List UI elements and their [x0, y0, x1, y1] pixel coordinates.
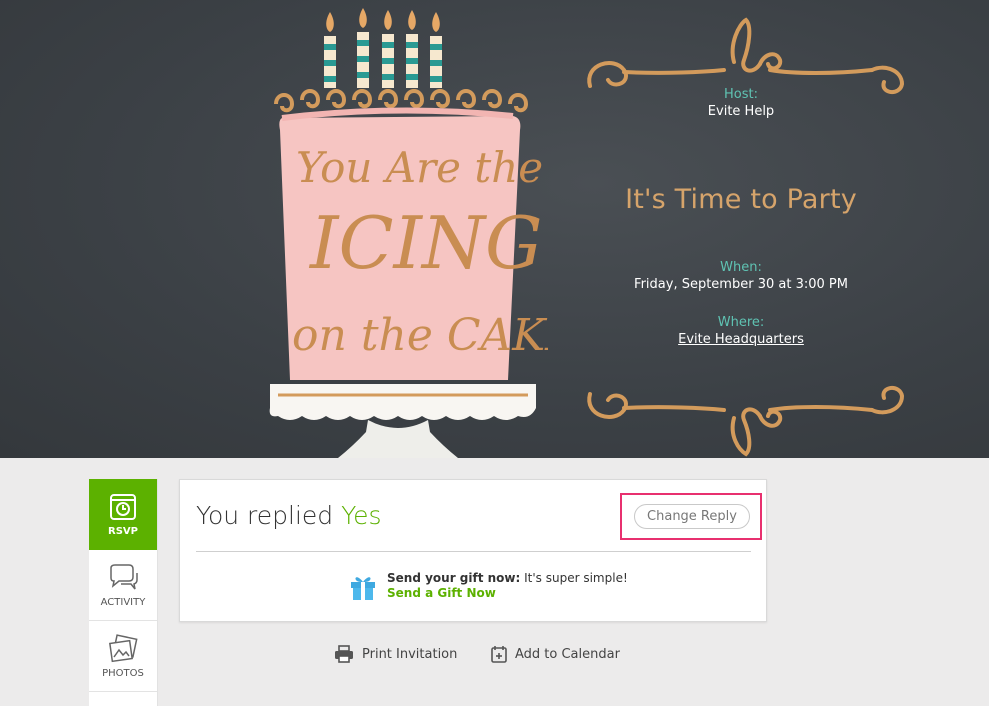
sidebar-item-rsvp[interactable]: RSVP	[89, 479, 157, 550]
print-invitation-action[interactable]: Print Invitation	[334, 645, 457, 663]
where-block: Where: Evite Headquarters	[590, 315, 892, 347]
when-block: When: Friday, September 30 at 3:00 PM	[590, 260, 892, 292]
where-label: Where:	[717, 315, 765, 330]
change-reply-button[interactable]: Change Reply	[634, 504, 750, 529]
clock-icon	[110, 494, 136, 520]
gift-promo: Send your gift now: It's super simple! S…	[348, 571, 628, 601]
gift-box-icon	[351, 577, 375, 600]
reply-answer: Yes	[341, 501, 382, 530]
gift-text: Send your gift now: It's super simple! S…	[387, 571, 628, 601]
host-block: Host: Evite Help	[590, 87, 892, 119]
cake-illustration: You Are the ICING on the CAKE	[269, 8, 548, 458]
cake-text-line-2: ICING	[308, 201, 543, 285]
event-title-block: It's Time to Party	[590, 184, 892, 215]
invitation-card: You Are the ICING on the CAKE	[0, 0, 989, 458]
host-label: Host:	[724, 87, 758, 102]
chat-bubbles-icon	[110, 563, 138, 589]
rsvp-reply-card: You replied Yes Change Reply Send your g…	[179, 479, 767, 622]
sidebar-item-label: ACTIVITY	[100, 596, 146, 608]
card-divider	[196, 551, 751, 552]
print-invitation-label: Print Invitation	[362, 646, 458, 662]
gift-rest-text: It's super simple!	[520, 571, 628, 585]
bottom-flourish-ornament	[587, 386, 905, 457]
sidebar-item-label: PHOTOS	[102, 667, 144, 679]
reply-status: You replied Yes	[196, 501, 381, 530]
event-title: It's Time to Party	[625, 184, 857, 215]
reply-prefix: You replied	[196, 501, 334, 530]
sidebar-item-label: RSVP	[108, 526, 138, 537]
printer-icon	[335, 645, 353, 663]
cake-text-line-1: You Are the	[296, 143, 543, 192]
calendar-add-icon	[491, 646, 507, 663]
when-value: Friday, September 30 at 3:00 PM	[634, 277, 848, 292]
event-sidebar: RSVP ACTIVITY PHOTOS	[89, 479, 158, 706]
when-label: When:	[720, 260, 762, 275]
add-to-calendar-action[interactable]: Add to Calendar	[491, 645, 620, 663]
add-to-calendar-label: Add to Calendar	[515, 646, 620, 662]
sidebar-item-activity[interactable]: ACTIVITY	[89, 550, 157, 621]
where-location-link[interactable]: Evite Headquarters	[590, 332, 892, 347]
sidebar-item-photos[interactable]: PHOTOS	[89, 621, 157, 692]
photos-icon	[108, 633, 138, 662]
host-name: Evite Help	[707, 104, 775, 119]
cake-text-line-3: on the CAKE	[292, 310, 548, 361]
gift-bold-text: Send your gift now:	[387, 571, 521, 585]
send-gift-link[interactable]: Send a Gift Now	[387, 586, 628, 601]
